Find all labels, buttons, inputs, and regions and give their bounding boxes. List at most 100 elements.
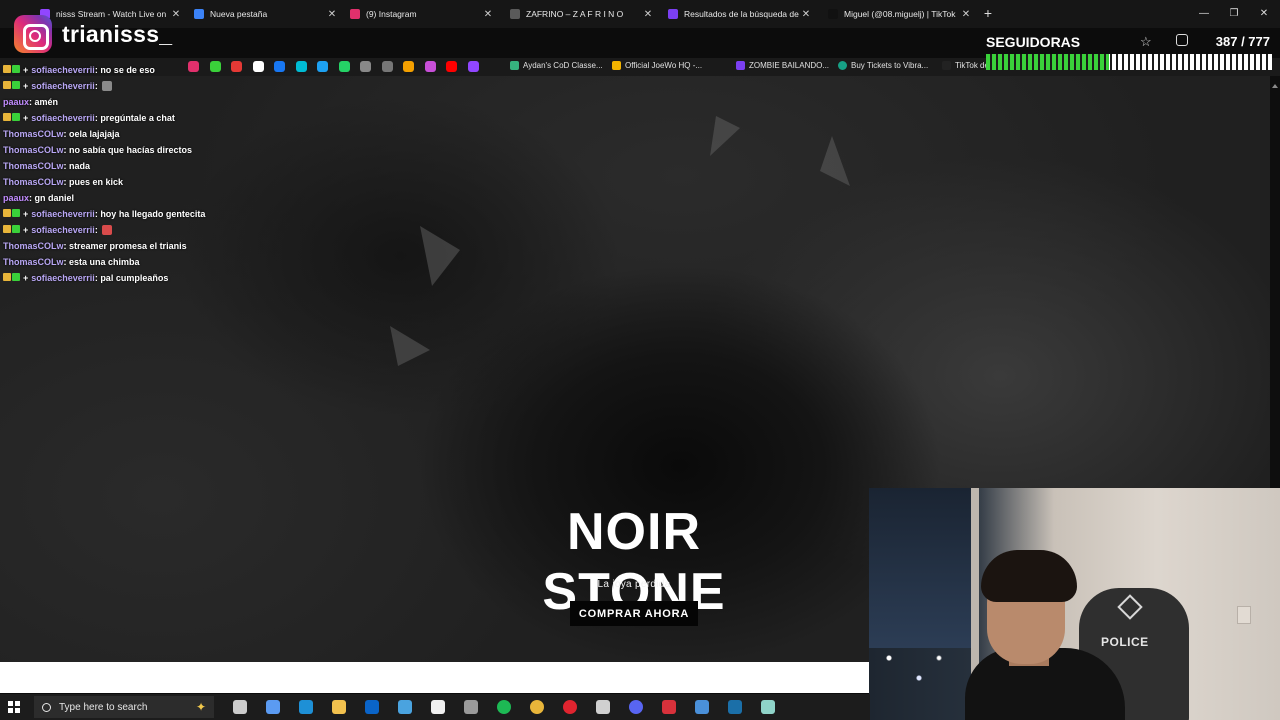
tab-title: Resultados de la búsqueda de [684,9,799,19]
chat-username[interactable]: sofiaecheverrii [31,65,95,75]
instagram-handle-overlay: trianisss_ [14,15,172,53]
chat-username[interactable]: ThomasCOLw [3,145,64,155]
scroll-up-icon[interactable] [1272,84,1278,88]
chat-text: streamer promesa el trianis [69,241,187,251]
chat-username[interactable]: ThomasCOLw [3,161,64,171]
close-icon[interactable]: ✕ [642,9,654,20]
spotify-icon[interactable] [497,700,511,714]
chat-username[interactable]: paaux [3,97,29,107]
store-icon[interactable] [431,700,445,714]
chat-text: pal cumpleaños [100,273,169,283]
chat-badge-icon [3,65,11,73]
bookmark-icon[interactable] [403,61,414,72]
bookmark-icon[interactable] [295,61,307,72]
tab-title: ZAFRINO – Z A F R I N O [526,9,624,19]
calculator-icon[interactable] [464,700,478,714]
buy-now-button[interactable]: COMPRAR AHORA [570,601,698,626]
chat-badges: + [3,81,28,91]
chat-message: ThomasCOLw: esta una chimba [3,254,263,270]
bookmark-zombie[interactable]: ZOMBIE BAILANDO... [736,61,829,70]
tab-instagram[interactable]: (9) Instagram ✕ [344,4,494,24]
tab-zafrino[interactable]: ZAFRINO – Z A F R I N O ✕ [504,4,654,24]
discord-icon[interactable] [629,700,643,714]
chat-badge-plus-icon: + [23,225,29,235]
browser-tab-strip: nisss Stream - Watch Live on ✕ Nueva pes… [0,0,1280,28]
bookmark-icon[interactable] [446,61,457,72]
goal-count: 387 / 777 [1215,34,1270,49]
chat-username[interactable]: ThomasCOLw [3,129,64,139]
close-icon[interactable]: ✕ [800,9,812,20]
chat-username[interactable]: ThomasCOLw [3,257,64,267]
bookmark-icon[interactable] [360,61,371,72]
opera-icon[interactable] [563,700,577,714]
bookmark-aydans-cod[interactable]: Aydan's CoD Classe... [510,61,603,70]
chat-username[interactable]: ThomasCOLw [3,177,64,187]
edge-icon[interactable] [299,700,313,714]
extensions-icon[interactable] [1176,34,1188,46]
teams-icon[interactable] [398,700,412,714]
new-tab-button[interactable]: + [980,6,996,22]
chat-text: amén [34,97,59,107]
bookmark-icon[interactable] [424,61,436,72]
chat-username[interactable]: ThomasCOLw [3,241,64,251]
chat-message: + sofiaecheverrii: pal cumpleaños [3,270,263,286]
bookmark-icon[interactable] [381,61,393,72]
security-icon[interactable] [695,700,709,714]
chat-username[interactable]: sofiaecheverrii [31,225,95,235]
chat-username[interactable]: sofiaecheverrii [31,209,95,219]
bookmark-label: Official JoeWo HQ -... [625,61,703,70]
webcam-window [869,488,979,648]
bookmark-tiktok[interactable]: TikTok de [942,61,989,70]
chat-username[interactable]: paaux [3,193,29,203]
minimize-button[interactable]: — [1196,6,1212,22]
close-icon[interactable]: ✕ [482,9,494,20]
close-window-button[interactable]: ✕ [1256,6,1272,22]
bookmark-icon[interactable] [338,61,350,72]
bookmark-joewo[interactable]: Official JoeWo HQ -... [612,61,702,70]
task-view-icon[interactable] [233,700,247,714]
chat-username[interactable]: sofiaecheverrii [31,273,95,283]
tab-tiktok[interactable]: Miguel (@08.miguelj) | TikTok ✕ [822,4,972,24]
close-icon[interactable]: ✕ [326,9,338,20]
taskbar-search[interactable]: Type here to search ✦ [34,696,214,718]
stone-shard [390,326,430,366]
chat-text: hoy ha llegado gentecita [100,209,206,219]
chrome-icon[interactable] [530,700,544,714]
notes-icon[interactable] [761,700,775,714]
close-icon[interactable]: ✕ [960,9,972,20]
bookmark-icon[interactable] [274,61,285,72]
chat-username[interactable]: sofiaecheverrii [31,81,95,91]
stone-shard [820,136,850,186]
bookmark-icon[interactable] [467,61,479,72]
chat-message: paaux: gn daniel [3,190,263,206]
chrome-icon [194,9,204,19]
site-icon [510,9,520,19]
bookmark-label: Buy Tickets to Vibra... [851,61,929,70]
obs-icon[interactable] [596,700,610,714]
tab-new-tab[interactable]: Nueva pestaña ✕ [188,4,338,24]
chat-message: + sofiaecheverrii: [3,78,263,94]
chat-badge-plus-icon: + [23,65,29,75]
search-icon [42,702,51,712]
outlook-icon[interactable] [365,700,379,714]
chat-message: paaux: amén [3,94,263,110]
bookmark-vibra[interactable]: Buy Tickets to Vibra... [838,61,928,70]
copilot-icon[interactable] [266,700,280,714]
windows-start-icon[interactable] [8,701,20,713]
app-red-icon[interactable] [662,700,676,714]
chat-message: ThomasCOLw: pues en kick [3,174,263,190]
webcam-city-lights [869,638,959,698]
file-explorer-icon[interactable] [332,700,346,714]
restore-button[interactable]: ❐ [1226,6,1242,22]
bookmark-star-icon[interactable]: ☆ [1140,34,1152,50]
hero-subtitle: La joya perdida [597,579,671,590]
bookmark-icon[interactable] [317,61,328,72]
chat-text: gn daniel [34,193,75,203]
chat-username[interactable]: sofiaecheverrii [31,113,95,123]
tab-search-results[interactable]: Resultados de la búsqueda de ✕ [662,4,812,24]
chat-badges: + [3,113,28,123]
steam-icon[interactable] [728,700,742,714]
chat-message: ThomasCOLw: no sabía que hacías directos [3,142,263,158]
chat-text: pues en kick [69,177,124,187]
goal-progress-fill [986,54,1109,70]
